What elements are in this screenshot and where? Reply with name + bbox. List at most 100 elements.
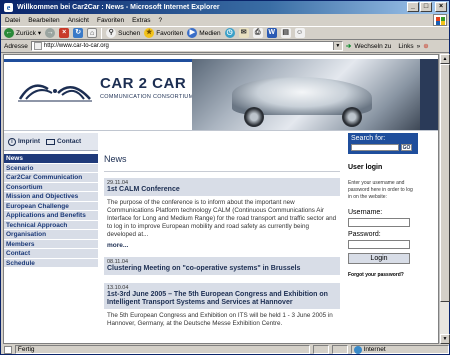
main-navigation: News Scenario Car2Car Communication Cons… [4,154,98,268]
favorites-label: Favoriten [156,29,184,37]
password-label: Password: [348,231,381,238]
toolbar-separator [101,27,103,39]
go-arrow-icon[interactable]: ➔ [346,42,351,50]
nav-item-schedule[interactable]: Schedule [4,258,98,268]
top-links: i Imprint Contact [4,133,98,151]
imprint-label: Imprint [18,138,41,145]
wheel-shape [342,107,362,127]
toolbar-addon-icon[interactable]: ⊕ [423,42,428,50]
news-header: 08.11.04 Clustering Meeting on "co-opera… [104,257,340,275]
menu-favoriten[interactable]: Favoriten [97,17,124,24]
nav-item-car2car-communication[interactable]: Car2Car Communication [4,173,98,183]
media-label: Medien [199,29,221,37]
scroll-down-icon[interactable]: ▼ [440,334,450,344]
news-header: 29.11.04 1st CALM Conference [104,178,340,196]
nav-item-consortium[interactable]: Consortium [4,182,98,192]
banner-accent [4,59,192,62]
search-label: Suchen [118,29,141,37]
favorites-button[interactable]: ★ Favoriten [144,28,183,38]
nav-item-members[interactable]: Members [4,239,98,249]
password-field[interactable] [348,240,410,249]
site-search-input[interactable] [351,144,399,151]
media-button[interactable]: ▶ Medien [187,28,221,38]
nav-item-organisation[interactable]: Organisation [4,230,98,240]
login-instructions: Enter your username and password here in… [348,180,413,200]
login-title: User login [348,164,383,171]
status-cell [331,345,348,354]
header-banner: CAR 2 CAR COMMUNICATION CONSORTIUM [4,55,438,131]
menu-ansicht[interactable]: Ansicht [68,17,89,24]
wheel-shape [244,107,264,127]
ie-icon: e [4,3,13,12]
left-sidebar: i Imprint Contact News Scenario Car2Car … [4,133,98,343]
double-chevron-icon[interactable]: » [417,43,421,50]
zone-label: Internet [363,346,386,353]
forward-arrow-icon: → [45,28,56,38]
globe-icon [353,345,362,354]
address-input[interactable]: http://www.car-to-car.org ▼ [30,41,343,51]
banner-car-image [192,59,420,130]
menu-bearbeiten[interactable]: Bearbeiten [28,17,59,24]
address-bar: Adresse http://www.car-to-car.org ▼ ➔ We… [1,40,449,53]
scroll-up-icon[interactable]: ▲ [440,54,450,64]
back-label: Zurück [16,29,36,37]
username-field[interactable] [348,218,410,227]
search-label: Search for: [351,135,386,142]
media-icon: ▶ [187,28,198,38]
window-title: Willkommen bei Car2Car : News - Microsof… [17,4,220,11]
close-button[interactable]: × [435,2,447,12]
menu-datei[interactable]: Datei [5,17,20,24]
print-icon[interactable]: ⎙ [252,28,263,38]
news-title-link[interactable]: 1st-3rd June 2005 – The 5th European Con… [107,291,337,307]
search-button[interactable]: ⚲ Suchen [106,28,140,38]
stop-icon[interactable]: × [59,28,70,38]
search-go-button[interactable]: GO [401,144,412,151]
news-item: 29.11.04 1st CALM Conference The purpose… [104,178,340,254]
status-text: Fertig [14,345,311,354]
links-button[interactable]: Links [398,43,413,50]
nav-item-mission[interactable]: Mission and Objectives [4,192,98,202]
news-text: The 5th European Congress and Exhibition… [107,312,333,327]
history-icon[interactable]: ◷ [224,28,235,38]
back-button[interactable]: ← Zurück ▾ [4,28,41,38]
menu-bar: Datei Bearbeiten Ansicht Favoriten Extra… [1,14,449,26]
nav-item-applications[interactable]: Applications and Benefits [4,211,98,221]
word-icon[interactable]: W [266,28,277,38]
news-title-link[interactable]: 1st CALM Conference [107,186,337,194]
nav-item-news[interactable]: News [4,154,98,164]
messenger-icon[interactable]: ☺ [294,28,305,38]
login-button[interactable]: Login [348,253,410,264]
refresh-icon[interactable]: ↻ [73,28,84,38]
contact-link[interactable]: Contact [46,138,81,145]
news-text: The purpose of the conference is to info… [107,199,337,238]
news-title-link[interactable]: Clustering Meeting on "co-operative syst… [107,265,337,273]
maximize-button[interactable]: □ [420,2,432,12]
mail-icon[interactable]: ✉ [238,28,249,38]
nav-item-contact[interactable]: Contact [4,249,98,259]
discuss-icon[interactable]: ▤ [280,28,291,38]
envelope-icon [46,138,56,145]
right-sidebar: Search for: GO User login Enter your use… [348,133,418,343]
forgot-password-link[interactable]: Forgot your password? [348,272,418,278]
imprint-link[interactable]: i Imprint [8,137,41,146]
page-icon [33,42,42,50]
vertical-scrollbar[interactable]: ▲ ▼ [439,54,450,344]
nav-item-scenario[interactable]: Scenario [4,163,98,173]
star-icon: ★ [144,28,155,38]
nav-item-technical-approach[interactable]: Technical Approach [4,220,98,230]
home-icon[interactable]: ⌂ [87,28,98,38]
windows-logo-icon [433,14,447,26]
toolbar: ← Zurück ▾ → × ↻ ⌂ ⚲ Suchen ★ Favoriten … [1,26,449,40]
nav-item-european-challenge[interactable]: European Challenge [4,201,98,211]
more-link[interactable]: more... [104,239,340,254]
forward-button[interactable]: → [45,28,56,38]
chevron-down-icon[interactable]: ▼ [332,42,342,50]
banner-edge [420,59,438,130]
go-button[interactable]: Wechseln zu [354,43,391,50]
news-header: 13.10.04 1st-3rd June 2005 – The 5th Eur… [104,283,340,309]
scroll-thumb[interactable] [440,64,450,302]
browser-window: e Willkommen bei Car2Car : News - Micros… [0,0,450,355]
minimize-button[interactable]: _ [407,2,419,12]
menu-extras[interactable]: Extras [132,17,150,24]
menu-help[interactable]: ? [159,17,163,24]
